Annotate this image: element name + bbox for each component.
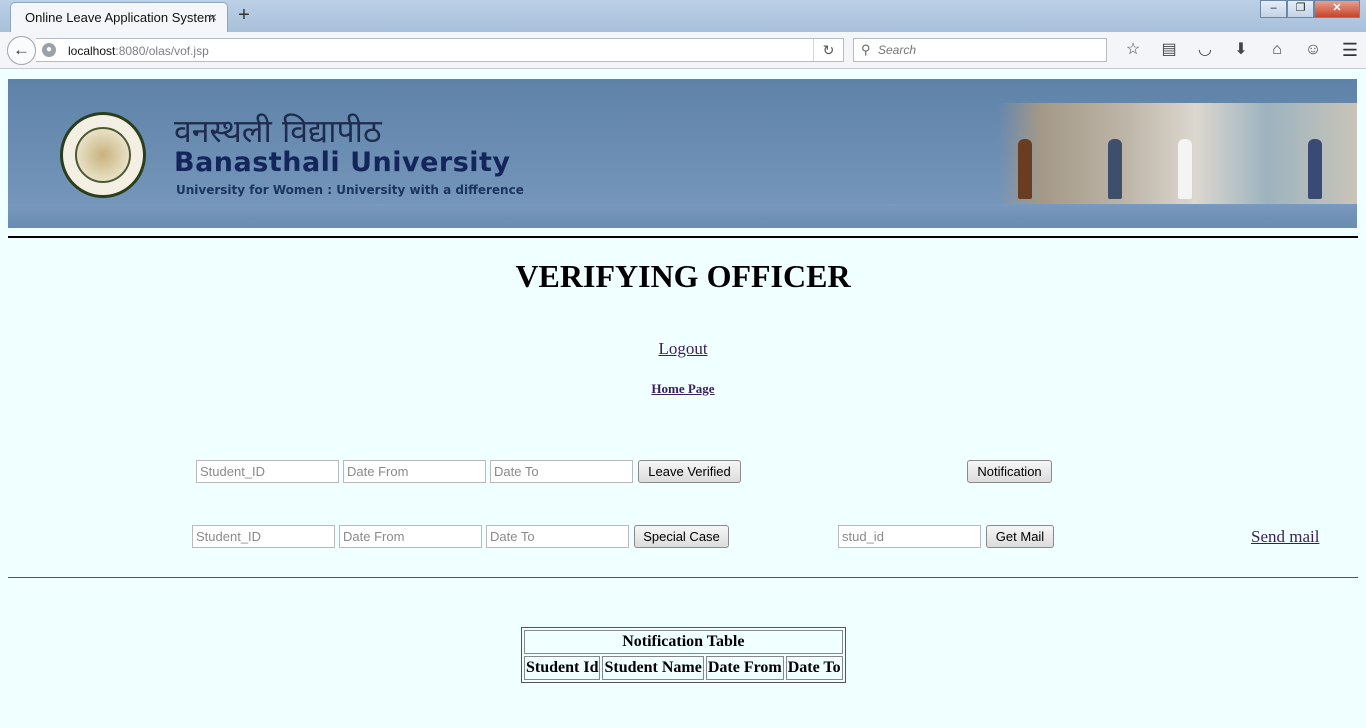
get-mail-button[interactable]: Get Mail [986, 525, 1054, 548]
hamburger-menu-icon[interactable]: ☰ [1342, 40, 1358, 61]
leave-student-id-input[interactable] [196, 460, 339, 483]
top-divider [8, 236, 1358, 238]
tab-close-icon[interactable]: × [209, 9, 217, 25]
site-info-icon[interactable]: ● [42, 43, 56, 57]
restore-button[interactable]: ❐ [1287, 0, 1314, 18]
send-mail-container: Send mail [1251, 527, 1319, 547]
toolbar-icons: ☆ ▤ ◡ ⬇ ⌂ ☺ [1115, 40, 1331, 60]
home-container: Home Page [0, 381, 1366, 397]
university-name: Banasthali University [174, 147, 511, 178]
leave-verified-button[interactable]: Leave Verified [638, 460, 741, 483]
university-banner: वनस्थली विद्यापीठ Banasthali University … [8, 79, 1357, 228]
university-tagline: University for Women : University with a… [176, 183, 524, 197]
table-header-row: Student Id Student Name Date From Date T… [524, 656, 843, 680]
address-bar[interactable]: ● localhost:8080/olas/vof.jsp ↻ [36, 38, 844, 62]
special-date-to-input[interactable] [486, 525, 629, 548]
download-icon[interactable]: ⬇ [1223, 40, 1259, 60]
back-button[interactable]: ← [7, 36, 36, 65]
tab-title: Online Leave Application System [25, 10, 216, 25]
reload-icon[interactable]: ↻ [813, 39, 843, 61]
campus-photo-collage [998, 103, 1357, 205]
window-titlebar: Online Leave Application System × + – ❐ … [0, 0, 1366, 32]
seal-emblem [75, 127, 131, 183]
photo-figure [1018, 139, 1032, 199]
browser-tab[interactable]: Online Leave Application System × [10, 2, 228, 32]
table-caption: Notification Table [524, 630, 843, 654]
logout-link[interactable]: Logout [658, 339, 707, 358]
back-arrow-icon: ← [13, 40, 30, 59]
reading-list-icon[interactable]: ▤ [1151, 40, 1187, 60]
logout-container: Logout [0, 339, 1366, 359]
university-seal-logo [60, 112, 146, 198]
send-mail-link[interactable]: Send mail [1251, 527, 1319, 546]
notification-button[interactable]: Notification [967, 460, 1052, 483]
banner-bottom-strip [8, 204, 1357, 228]
column-header-student-name: Student Name [602, 656, 704, 680]
bookmark-star-icon[interactable]: ☆ [1115, 40, 1151, 60]
mail-stud-id-input[interactable] [838, 525, 981, 548]
close-window-button[interactable]: ✕ [1314, 0, 1360, 18]
search-input[interactable] [878, 42, 1098, 58]
search-box[interactable]: ⚲ [853, 38, 1107, 62]
hindi-university-name: वनस्थली विद्यापीठ [174, 112, 382, 150]
leave-date-to-input[interactable] [490, 460, 633, 483]
page-content: वनस्थली विद्यापीठ Banasthali University … [0, 70, 1366, 728]
photo-figure [1108, 139, 1122, 199]
special-case-button[interactable]: Special Case [634, 525, 729, 548]
home-icon[interactable]: ⌂ [1259, 40, 1295, 60]
column-header-date-from: Date From [705, 656, 784, 680]
column-header-student-id: Student Id [524, 656, 601, 680]
notification-table: Notification Table Student Id Student Na… [521, 627, 846, 683]
pocket-icon[interactable]: ◡ [1187, 40, 1223, 60]
leave-date-from-input[interactable] [343, 460, 486, 483]
photo-figure [1178, 139, 1192, 199]
search-icon: ⚲ [861, 42, 871, 57]
minimize-button[interactable]: – [1260, 0, 1287, 18]
page-title: VERIFYING OFFICER [515, 258, 851, 294]
column-header-date-to: Date To [785, 656, 843, 680]
window-controls: – ❐ ✕ [1260, 0, 1360, 20]
url-text: localhost:8080/olas/vof.jsp [68, 44, 209, 58]
chat-icon[interactable]: ☺ [1295, 40, 1331, 60]
home-page-link[interactable]: Home Page [651, 381, 714, 396]
special-date-from-input[interactable] [339, 525, 482, 548]
navigation-toolbar: ← ● localhost:8080/olas/vof.jsp ↻ ⚲ ☆ ▤ … [0, 32, 1366, 69]
new-tab-button[interactable]: + [234, 4, 254, 26]
bottom-divider [8, 577, 1358, 578]
special-student-id-input[interactable] [192, 525, 335, 548]
table-caption-row: Notification Table [524, 630, 843, 654]
photo-figure [1308, 139, 1322, 199]
